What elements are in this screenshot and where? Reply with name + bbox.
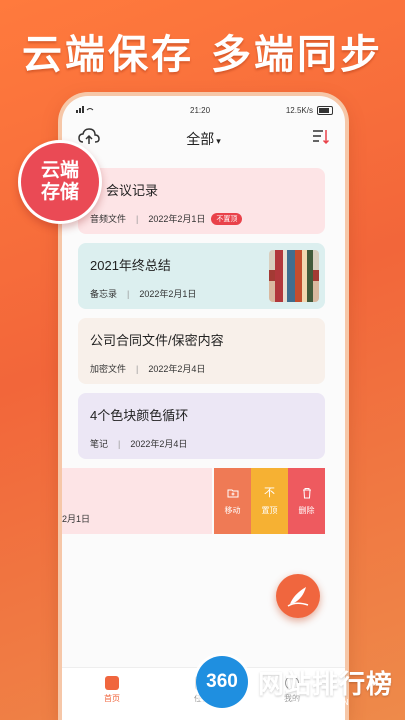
swiped-note-card[interactable]: 2月1日 bbox=[62, 468, 212, 534]
note-title: 2021年终总结 bbox=[90, 258, 171, 273]
pen-icon bbox=[287, 587, 309, 607]
pin-icon: 不 bbox=[264, 487, 275, 499]
note-type: 笔记 bbox=[90, 439, 109, 449]
note-card[interactable]: 会议记录 音频文件 | 2022年2月1日 不置顶 bbox=[78, 168, 325, 234]
note-date: 2022年2月1日 bbox=[139, 289, 197, 299]
note-title: 4个色块颜色循环 bbox=[90, 408, 189, 423]
tab-home-label: 首页 bbox=[104, 694, 120, 703]
network-speed: 12.5K/s bbox=[285, 106, 313, 115]
delete-button[interactable]: 删除 bbox=[288, 468, 325, 534]
note-title: 公司合同文件/保密内容 bbox=[90, 333, 224, 348]
headline: 云端保存 多端同步 bbox=[22, 32, 383, 78]
swiped-note-row[interactable]: 2月1日 移动 不 置顶 删除 bbox=[62, 468, 345, 534]
top-bar: 全部 ▾ bbox=[62, 124, 345, 152]
signal-icon bbox=[76, 105, 94, 113]
note-type: 备忘录 bbox=[90, 289, 118, 299]
tab-home[interactable]: 首页 bbox=[92, 676, 132, 704]
compose-button[interactable] bbox=[276, 574, 320, 618]
note-date: 2022年2月1日 bbox=[148, 214, 206, 224]
badge-line-1: 云端 bbox=[40, 159, 79, 181]
note-card[interactable]: 4个色块颜色循环 笔记 | 2022年2月4日 bbox=[78, 393, 325, 459]
pin-button[interactable]: 不 置顶 bbox=[251, 468, 288, 534]
cloud-storage-badge: 云端 存储 bbox=[18, 140, 102, 224]
phone-frame: 21:20 12.5K/s 全部 ▾ 会议记录 音频文件 | 2022年2月1日 … bbox=[62, 96, 345, 720]
note-date: 2月1日 bbox=[62, 514, 91, 524]
status-time: 21:20 bbox=[190, 106, 211, 115]
folder-icon bbox=[227, 489, 238, 498]
note-thumbnail bbox=[269, 250, 319, 302]
delete-label: 删除 bbox=[298, 506, 315, 515]
note-card[interactable]: 公司合同文件/保密内容 加密文件 | 2022年2月4日 bbox=[78, 318, 325, 384]
watermark-logo: 360 bbox=[196, 656, 248, 708]
move-button[interactable]: 移动 bbox=[214, 468, 251, 534]
note-date: 2022年2月4日 bbox=[148, 364, 206, 374]
battery-icon bbox=[317, 106, 333, 115]
note-date: 2022年2月4日 bbox=[130, 439, 188, 449]
status-badge: 不置顶 bbox=[211, 212, 243, 225]
pin-label: 置顶 bbox=[261, 506, 278, 515]
home-icon bbox=[105, 676, 119, 690]
folder-selector[interactable]: 全部 ▾ bbox=[62, 129, 345, 149]
watermark-subtext: WANGZHAN360.CN bbox=[262, 698, 350, 707]
chevron-down-icon: ▾ bbox=[216, 136, 221, 146]
note-title: 会议记录 bbox=[106, 183, 159, 198]
note-type: 音频文件 bbox=[90, 214, 127, 224]
page-title: 全部 bbox=[186, 131, 215, 147]
status-bar: 21:20 12.5K/s bbox=[62, 104, 345, 118]
note-card[interactable]: 2021年终总结 备忘录 | 2022年2月1日 bbox=[78, 243, 325, 309]
badge-line-2: 存储 bbox=[40, 181, 79, 203]
sort-icon[interactable] bbox=[311, 128, 329, 146]
trash-icon bbox=[302, 488, 311, 499]
move-label: 移动 bbox=[224, 506, 241, 515]
watermark-text: 网站排行榜 bbox=[258, 670, 394, 700]
note-type: 加密文件 bbox=[90, 364, 127, 374]
